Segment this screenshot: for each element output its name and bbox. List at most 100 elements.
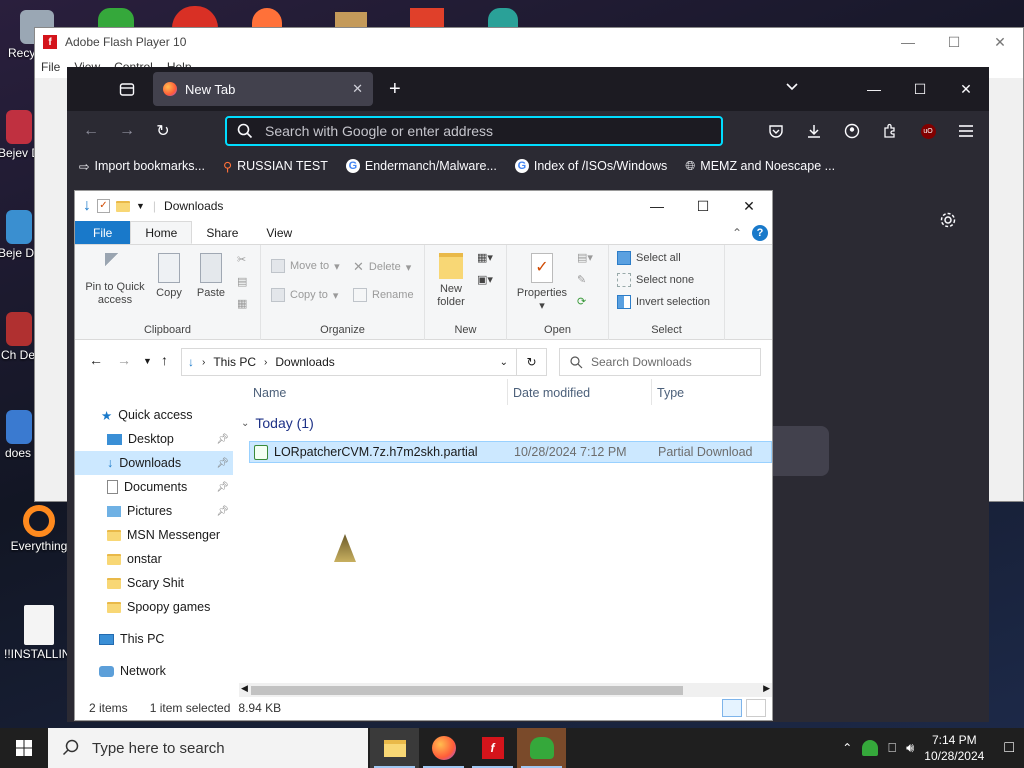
list-all-tabs-chevron-icon[interactable] xyxy=(785,79,799,96)
easy-access-icon[interactable]: ▣▾ xyxy=(477,273,493,286)
flash-title-bar[interactable]: f Adobe Flash Player 10 — ☐ ✕ xyxy=(35,28,1023,56)
column-divider[interactable] xyxy=(651,379,652,405)
collapse-ribbon-chevron-icon[interactable]: ⌃ xyxy=(732,226,742,240)
delete-button[interactable]: ✕ Delete ▾ xyxy=(353,259,411,275)
scroll-left-icon[interactable]: ◀ xyxy=(241,683,248,694)
chrome-desktop-icon[interactable] xyxy=(172,6,218,28)
back-arrow-icon[interactable]: ← xyxy=(73,116,109,146)
taskbar-file-explorer[interactable] xyxy=(370,728,419,768)
move-to-button[interactable]: Move to ▾ xyxy=(271,259,340,273)
group-collapse-chevron-icon[interactable]: ⌄ xyxy=(241,418,249,429)
properties-quick-icon[interactable]: ✓ xyxy=(97,199,110,213)
column-divider[interactable] xyxy=(507,379,508,405)
breadcrumb-downloads[interactable]: Downloads xyxy=(275,355,334,369)
address-dropdown-chevron-icon[interactable]: ⌄ xyxy=(500,357,508,368)
close-icon[interactable]: ✕ xyxy=(726,191,772,221)
msn-tray-icon[interactable] xyxy=(862,740,879,756)
nav-item-scary-shit[interactable]: Scary Shit xyxy=(75,571,233,595)
desktop-icon-installing[interactable]: !!INSTALLIN.. xyxy=(4,605,74,661)
clock[interactable]: 7:14 PM 10/28/2024 xyxy=(924,732,984,764)
ublock-origin-icon[interactable]: uO xyxy=(911,116,945,146)
rename-button[interactable]: Rename xyxy=(353,288,414,302)
breadcrumb-separator-icon[interactable]: › xyxy=(264,357,267,368)
horizontal-scrollbar[interactable]: ◀ ▶ xyxy=(239,683,772,697)
nav-network[interactable]: Network xyxy=(75,659,233,683)
paste-button[interactable]: Paste xyxy=(191,253,231,300)
bookmark-endermanch[interactable]: G Endermanch/Malware... xyxy=(345,159,497,173)
extensions-icon[interactable] xyxy=(873,116,907,146)
nav-item-msn-messenger[interactable]: MSN Messenger xyxy=(75,523,233,547)
tab-share[interactable]: Share xyxy=(192,221,252,244)
close-tab-icon[interactable]: ✕ xyxy=(352,81,363,97)
forward-arrow-icon[interactable]: → xyxy=(109,116,145,146)
account-icon[interactable] xyxy=(835,116,869,146)
explorer-title-bar[interactable]: ↓ ✓ ▼ | Downloads — ☐ ✕ xyxy=(75,191,772,221)
start-button[interactable] xyxy=(0,728,48,768)
minimize-icon[interactable]: — xyxy=(851,67,897,111)
firefox-desktop-icon[interactable] xyxy=(252,8,282,28)
taskbar-search-box[interactable]: Type here to search xyxy=(48,728,368,768)
paste-shortcut-icon[interactable]: ▦ xyxy=(237,297,247,310)
scrollbar-thumb[interactable] xyxy=(251,686,683,695)
cut-icon[interactable]: ✂ xyxy=(237,253,246,266)
refresh-button[interactable]: ↻ xyxy=(517,348,547,376)
network-icon[interactable]: ⎕ xyxy=(888,740,896,756)
invert-selection-button[interactable]: Invert selection xyxy=(617,295,710,309)
select-none-button[interactable]: Select none xyxy=(617,273,694,287)
bookmark-russian-test[interactable]: ⚲ RUSSIAN TEST xyxy=(223,159,328,174)
taskbar-msn-messenger[interactable] xyxy=(517,728,566,768)
pocket-icon[interactable] xyxy=(759,116,793,146)
tab-view[interactable]: View xyxy=(252,221,306,244)
show-hidden-icons-chevron-icon[interactable]: ⌃ xyxy=(842,741,852,755)
volume-icon[interactable]: 🔊︎ xyxy=(906,740,914,756)
pin-to-quick-access-button[interactable]: Pin to Quick access xyxy=(81,253,149,307)
nav-item-spoopy-games[interactable]: Spoopy games xyxy=(75,595,233,619)
nav-item-onstar[interactable]: onstar xyxy=(75,547,233,571)
new-item-icon[interactable]: ▦▾ xyxy=(477,251,493,264)
copy-path-icon[interactable]: ▤ xyxy=(237,275,247,288)
copy-to-button[interactable]: Copy to ▾ xyxy=(271,288,338,302)
nav-this-pc[interactable]: This PC xyxy=(75,627,233,651)
select-all-button[interactable]: Select all xyxy=(617,251,681,265)
tab-file[interactable]: File xyxy=(75,221,131,244)
close-icon[interactable]: ✕ xyxy=(977,28,1023,56)
properties-button[interactable]: ✓ Properties ▾ xyxy=(509,253,575,313)
new-tab-plus-icon[interactable]: + xyxy=(389,78,401,101)
bookmark-memz[interactable]: 🌐︎ MEMZ and Noescape ... xyxy=(685,159,835,174)
column-header-type[interactable]: Type xyxy=(657,386,684,400)
column-header-date-modified[interactable]: Date modified xyxy=(513,386,590,400)
help-icon[interactable]: ? xyxy=(752,225,768,241)
archive-desktop-icon[interactable] xyxy=(335,12,367,28)
nav-item-downloads[interactable]: ↓ Downloads 📌︎ xyxy=(75,451,233,475)
desktop-icon-everything[interactable]: Everything xyxy=(4,505,74,553)
up-arrow-icon[interactable]: ↑ xyxy=(161,352,168,368)
edit-icon[interactable]: ✎ xyxy=(577,273,586,286)
gear-icon[interactable] xyxy=(939,211,957,232)
tab-home[interactable]: Home xyxy=(130,221,193,244)
bookmark-import[interactable]: ⇨ Import bookmarks... xyxy=(79,159,205,174)
notifications-icon[interactable]: □ xyxy=(1004,739,1014,757)
nav-item-documents[interactable]: Documents 📌︎ xyxy=(75,475,233,499)
file-explorer-window[interactable]: ↓ ✓ ▼ | Downloads — ☐ ✕ File Home Share … xyxy=(74,190,773,721)
minimize-icon[interactable]: — xyxy=(634,191,680,221)
maximize-icon[interactable]: ☐ xyxy=(897,67,943,111)
copy-button[interactable]: Copy xyxy=(151,253,187,300)
hamburger-menu-icon[interactable] xyxy=(949,116,983,146)
nav-item-desktop[interactable]: Desktop 📌︎ xyxy=(75,427,233,451)
breadcrumb-this-pc[interactable]: This PC xyxy=(213,355,256,369)
bookmark-index-isos[interactable]: G Index of /ISOs/Windows xyxy=(514,159,667,173)
taskbar-firefox[interactable] xyxy=(419,728,468,768)
customize-quick-access-icon[interactable]: ▼ xyxy=(136,201,145,211)
breadcrumb-separator-icon[interactable]: › xyxy=(202,357,205,368)
taskbar-flash-player[interactable]: f xyxy=(468,728,517,768)
shield-desktop-icon[interactable] xyxy=(410,8,444,28)
new-folder-quick-icon[interactable] xyxy=(116,200,130,212)
back-arrow-icon[interactable]: ← xyxy=(89,352,103,368)
scroll-right-icon[interactable]: ▶ xyxy=(763,683,770,694)
large-icons-view-icon[interactable] xyxy=(746,699,766,717)
reload-icon[interactable]: ↻ xyxy=(145,116,181,146)
search-downloads-input[interactable]: Search Downloads xyxy=(559,348,761,376)
firefox-view-icon[interactable] xyxy=(107,81,147,97)
nav-item-pictures[interactable]: Pictures 📌︎ xyxy=(75,499,233,523)
table-row[interactable]: LORpatcherCVM.7z.h7m2skh.partial 10/28/2… xyxy=(249,441,772,463)
